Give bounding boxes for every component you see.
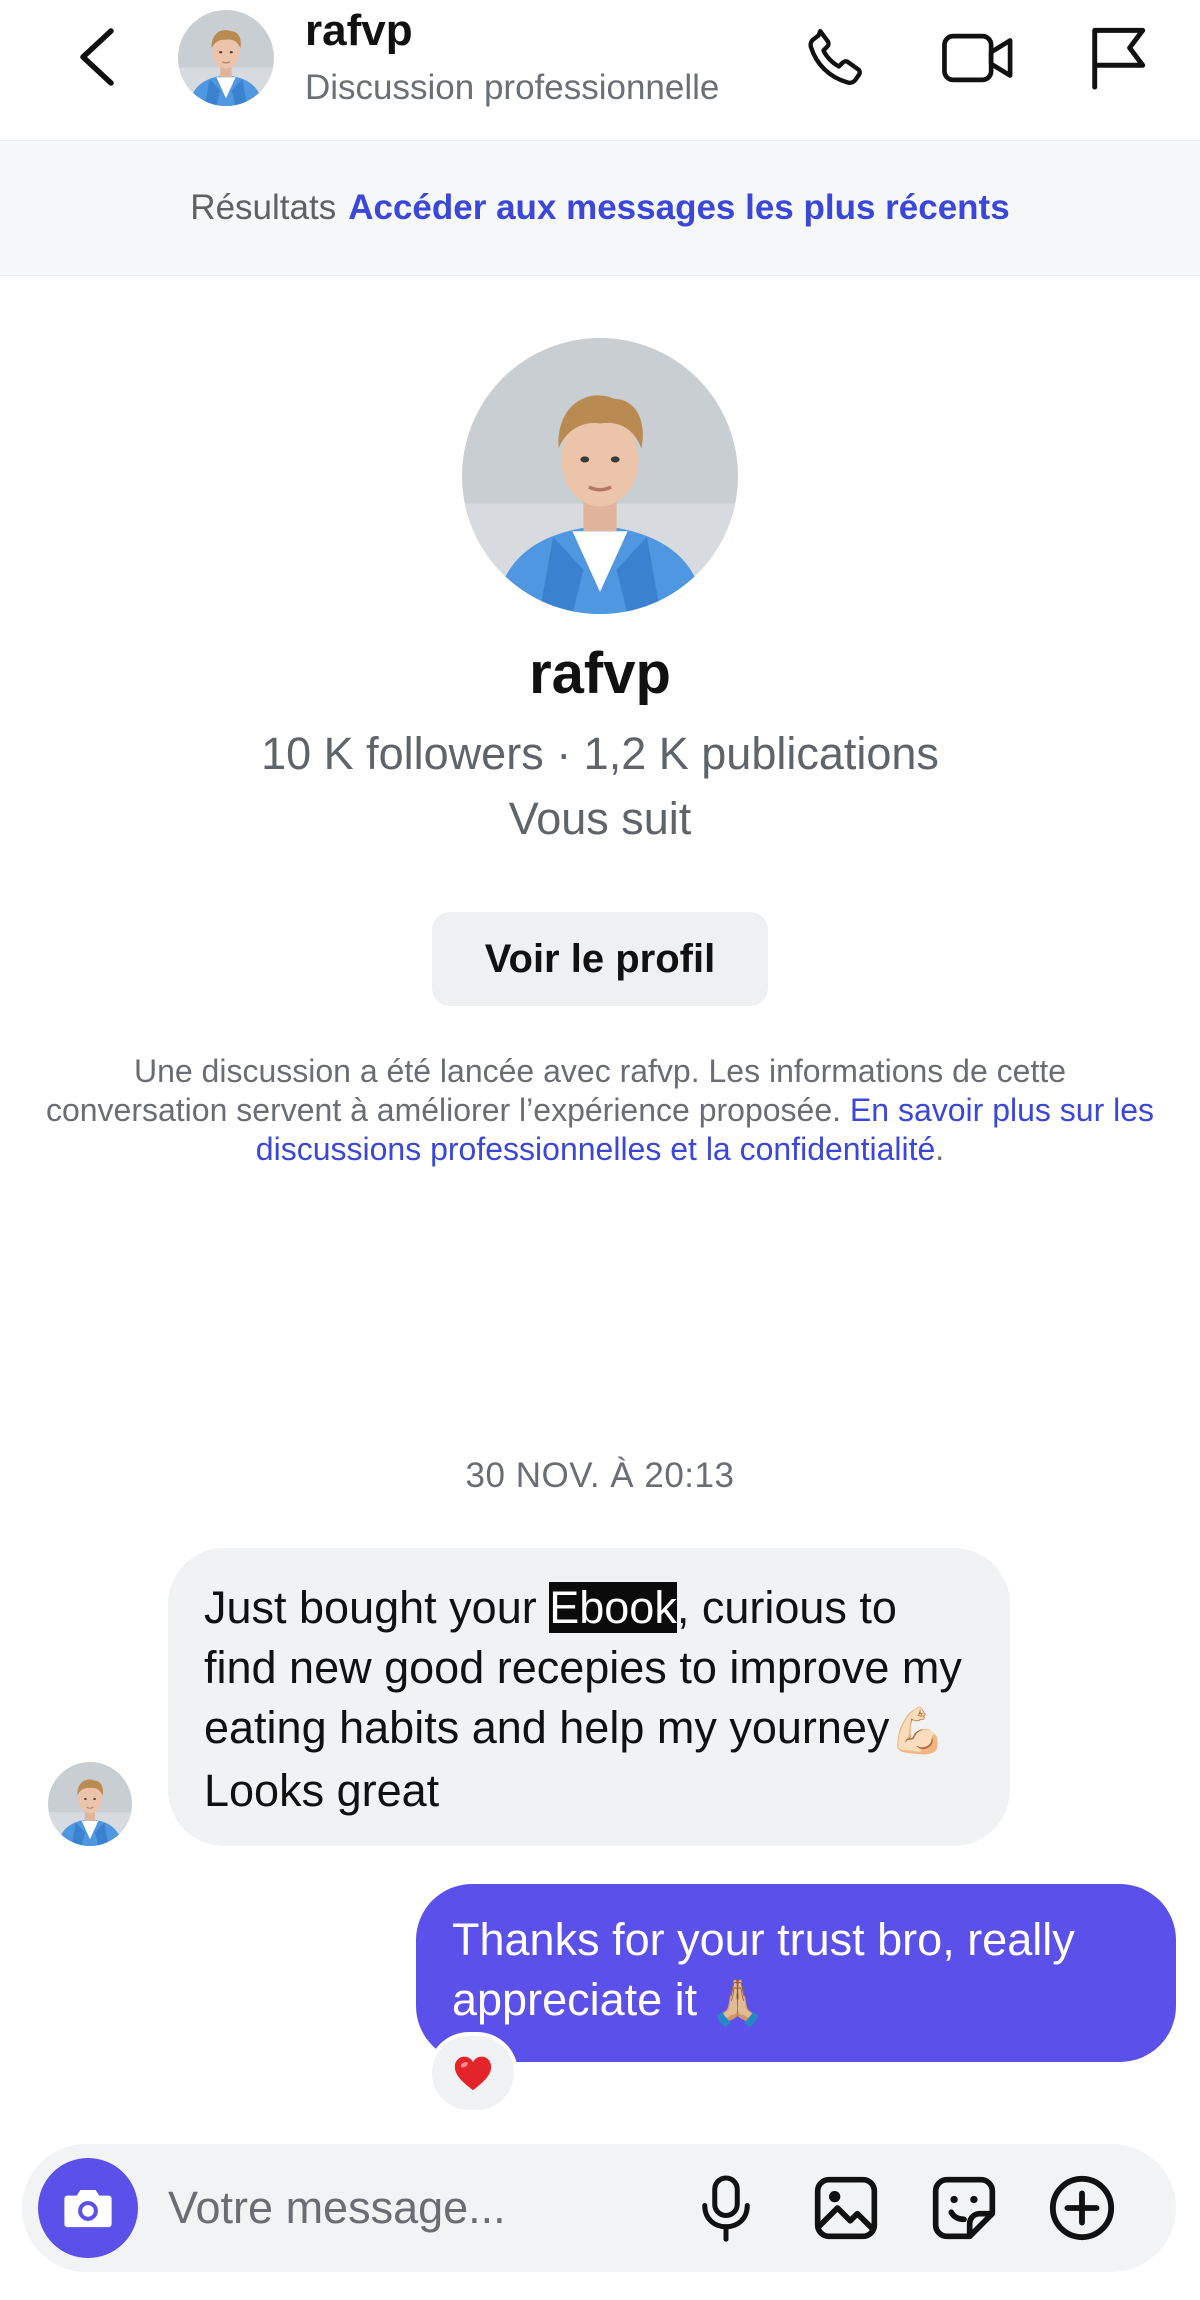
message-date: 30 NOV. À 20:13 [465, 1456, 735, 1495]
business-chat-disclaimer: Une discussion a été lancée avec rafvp. … [40, 1052, 1160, 1169]
view-profile-button[interactable]: Voir le profil [432, 912, 768, 1006]
header-avatar[interactable] [178, 10, 274, 106]
gallery-button[interactable] [806, 2168, 886, 2248]
image-icon [814, 2176, 878, 2240]
phone-icon [808, 28, 862, 85]
follow-status: Vous suit [508, 793, 692, 844]
sticker-button[interactable] [924, 2168, 1004, 2248]
incoming-text-end: Looks great [204, 1765, 440, 1817]
message-input[interactable] [168, 2176, 688, 2240]
incoming-message[interactable]: Just bought your Ebook, curious to find … [168, 1548, 1010, 1846]
search-results-banner: Résultats Accéder aux messages les plus … [0, 140, 1200, 276]
incoming-text-before: Just bought your [204, 1582, 550, 1633]
folded-hands-emoji: 🙏🏼 [709, 1977, 766, 2029]
profile-avatar[interactable] [462, 338, 738, 614]
header-username[interactable]: rafvp [305, 6, 413, 56]
message-composer [22, 2144, 1176, 2272]
banner-prefix: Résultats [190, 188, 337, 227]
voice-message-button[interactable] [686, 2168, 766, 2248]
flexed-biceps-emoji: 💪🏻 [889, 1705, 946, 1757]
chevron-left-icon [80, 28, 114, 86]
video-camera-icon [942, 33, 1013, 83]
microphone-icon [702, 2175, 750, 2242]
sender-avatar[interactable] [48, 1762, 132, 1846]
disclaimer-end: . [935, 1131, 945, 1167]
back-button[interactable] [62, 22, 132, 92]
outgoing-message[interactable]: Thanks for your trust bro, really apprec… [416, 1884, 1176, 2062]
report-button[interactable] [1078, 18, 1158, 98]
video-call-button[interactable] [938, 18, 1018, 98]
profile-name: rafvp [529, 641, 671, 706]
call-button[interactable] [796, 18, 876, 98]
heart-reaction[interactable] [428, 2032, 518, 2114]
sticker-icon [932, 2176, 996, 2240]
camera-icon [64, 2190, 112, 2228]
camera-button[interactable] [38, 2158, 138, 2258]
jump-to-recent-link[interactable]: Accéder aux messages les plus récents [348, 188, 1009, 228]
heart-icon [454, 2056, 492, 2091]
flag-icon [1092, 27, 1146, 90]
search-highlight: Ebook [549, 1582, 677, 1633]
more-options-button[interactable] [1042, 2168, 1122, 2248]
chat-header: rafvp Discussion professionnelle [0, 0, 1200, 140]
plus-circle-icon [1049, 2175, 1115, 2241]
profile-stats: 10 K followers · 1,2 K publications [261, 728, 939, 779]
header-subtitle: Discussion professionnelle [305, 68, 720, 107]
